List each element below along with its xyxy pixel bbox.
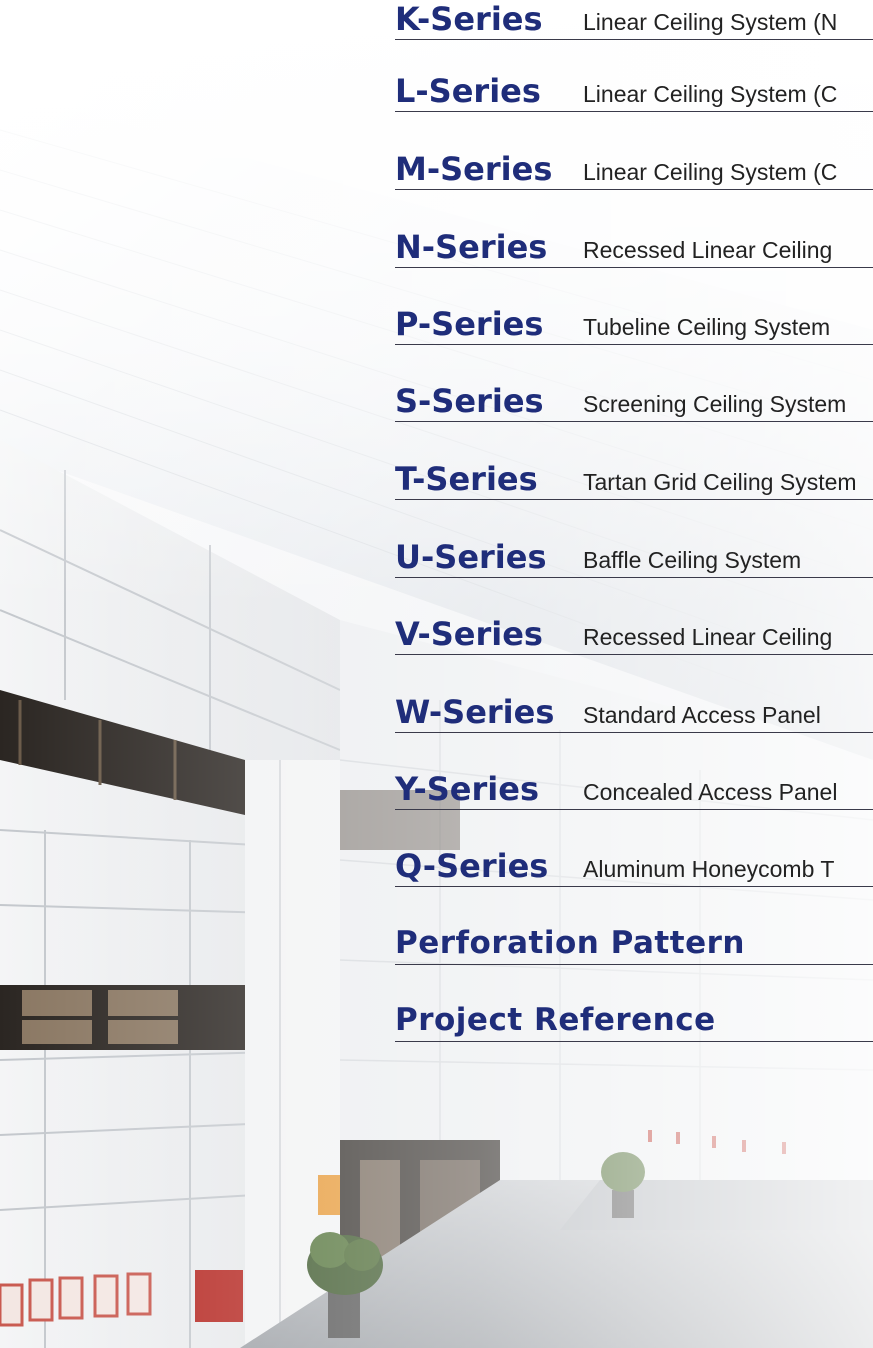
toc-row-u-series[interactable]: U-Series Baffle Ceiling System (395, 538, 873, 578)
row-divider (395, 189, 873, 190)
series-code: K-Series (395, 0, 543, 38)
toc-row-l-series[interactable]: L-Series Linear Ceiling System (C (395, 72, 873, 112)
series-description: Recessed Linear Ceiling (583, 237, 833, 263)
toc-row-y-series[interactable]: Y-Series Concealed Access Panel (395, 770, 873, 810)
toc-row-w-series[interactable]: W-Series Standard Access Panel (395, 693, 873, 733)
row-divider (395, 344, 873, 345)
row-divider (395, 577, 873, 578)
series-description: Aluminum Honeycomb T (583, 856, 835, 882)
toc-row-perforation-pattern[interactable]: Perforation Pattern (395, 925, 873, 965)
series-description: Linear Ceiling System (C (583, 159, 838, 185)
section-title: Project Reference (395, 1002, 716, 1038)
row-divider (395, 111, 873, 112)
toc-row-v-series[interactable]: V-Series Recessed Linear Ceiling (395, 615, 873, 655)
row-divider (395, 267, 873, 268)
toc-row-project-reference[interactable]: Project Reference (395, 1002, 873, 1042)
series-description: Linear Ceiling System (C (583, 81, 838, 107)
section-title: Perforation Pattern (395, 925, 745, 961)
row-divider (395, 809, 873, 810)
toc-row-p-series[interactable]: P-Series Tubeline Ceiling System (395, 305, 873, 345)
series-description: Linear Ceiling System (N (583, 9, 838, 35)
toc-row-q-series[interactable]: Q-Series Aluminum Honeycomb T (395, 847, 873, 887)
series-code: S-Series (395, 382, 544, 420)
series-code: L-Series (395, 72, 541, 110)
toc-row-t-series[interactable]: T-Series Tartan Grid Ceiling System (395, 460, 873, 500)
series-code: P-Series (395, 305, 544, 343)
toc-row-m-series[interactable]: M-Series Linear Ceiling System (C (395, 150, 873, 190)
row-divider (395, 964, 873, 965)
series-code: U-Series (395, 538, 547, 576)
series-description: Standard Access Panel (583, 702, 821, 728)
row-divider (395, 39, 873, 40)
series-code: W-Series (395, 693, 555, 731)
series-code: Y-Series (395, 770, 539, 808)
series-description: Tartan Grid Ceiling System (583, 469, 857, 495)
row-divider (395, 421, 873, 422)
row-divider (395, 1041, 873, 1042)
series-code: M-Series (395, 150, 553, 188)
series-description: Baffle Ceiling System (583, 547, 802, 573)
series-code: T-Series (395, 460, 538, 498)
row-divider (395, 886, 873, 887)
series-code: Q-Series (395, 847, 549, 885)
series-description: Screening Ceiling System (583, 391, 847, 417)
series-code: V-Series (395, 615, 543, 653)
row-divider (395, 732, 873, 733)
toc-row-s-series[interactable]: S-Series Screening Ceiling System (395, 382, 873, 422)
row-divider (395, 654, 873, 655)
toc-row-n-series[interactable]: N-Series Recessed Linear Ceiling (395, 228, 873, 268)
row-divider (395, 499, 873, 500)
series-description: Concealed Access Panel (583, 779, 838, 805)
toc-row-k-series[interactable]: K-Series Linear Ceiling System (N (395, 0, 873, 40)
series-description: Recessed Linear Ceiling (583, 624, 833, 650)
series-code: N-Series (395, 228, 548, 266)
series-table-of-contents: K-Series Linear Ceiling System (N L-Seri… (0, 0, 873, 1348)
series-description: Tubeline Ceiling System (583, 314, 831, 340)
